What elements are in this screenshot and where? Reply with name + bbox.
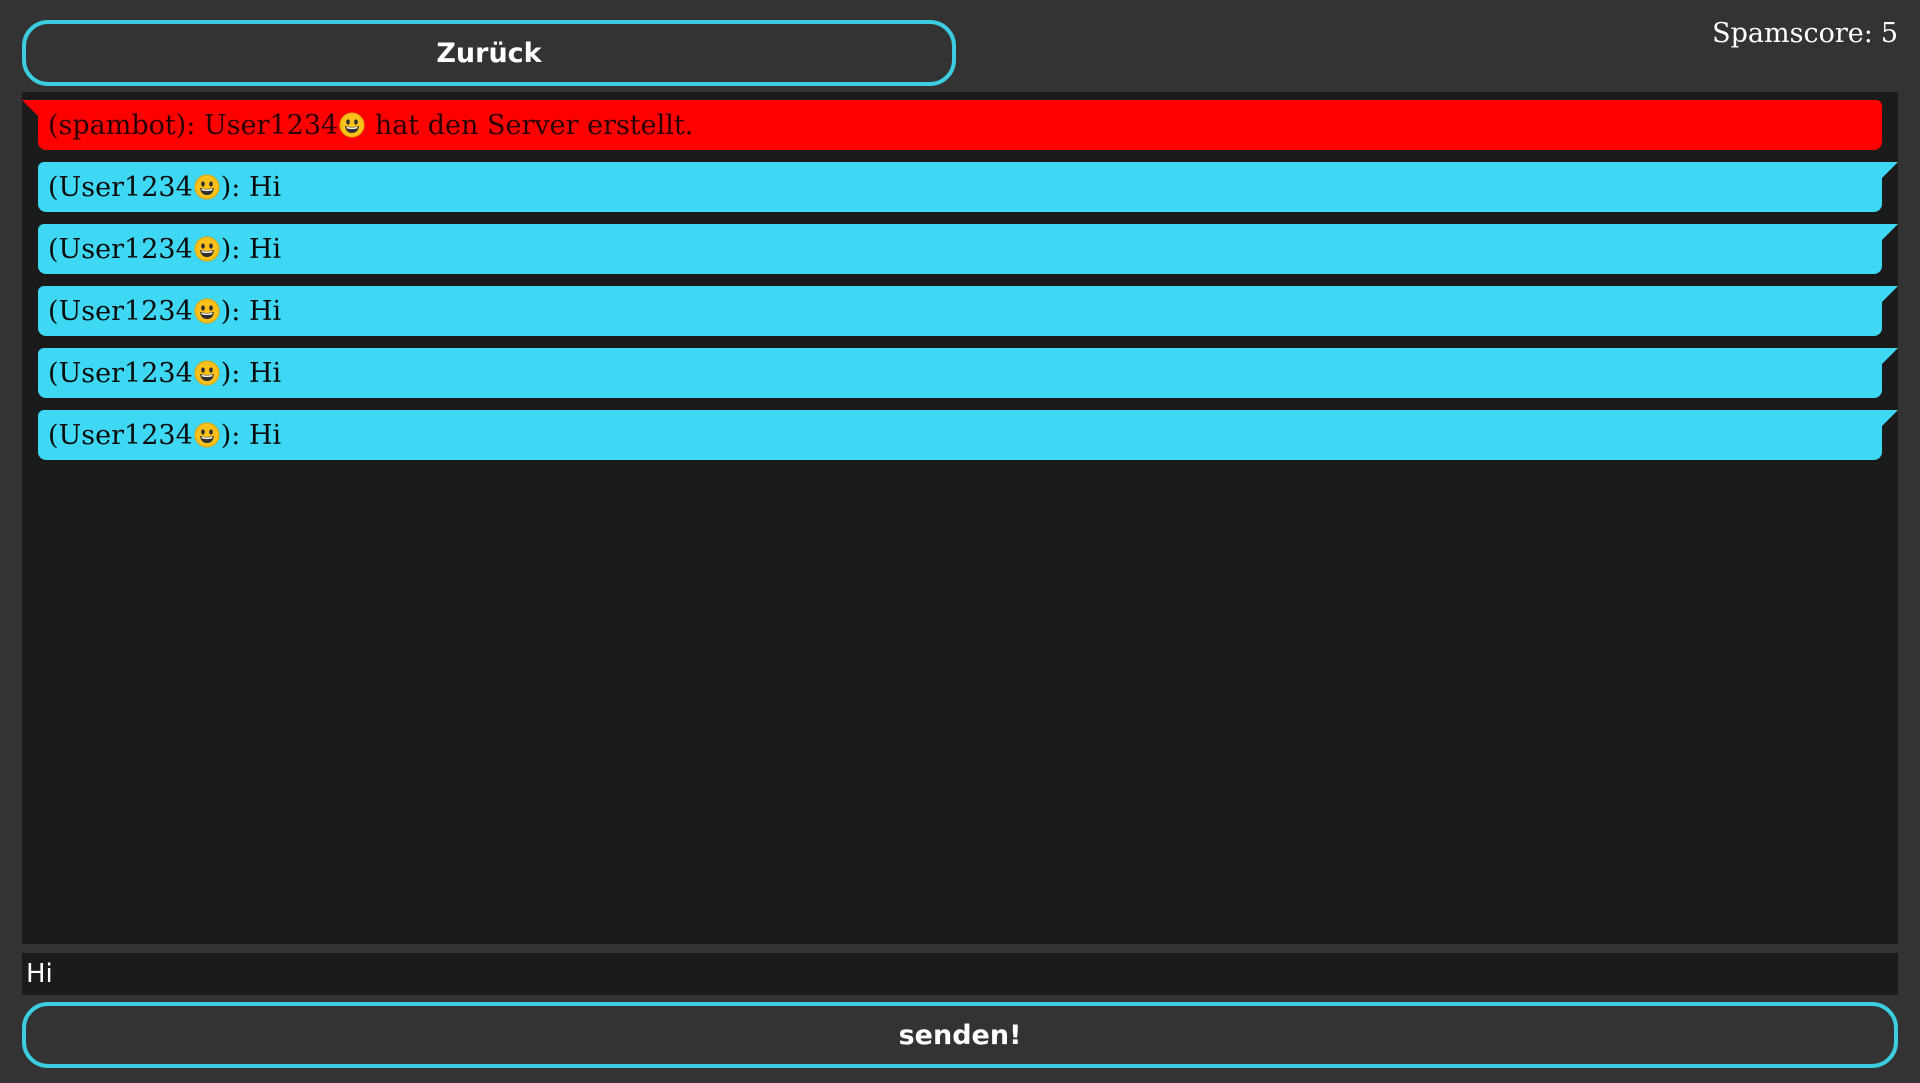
message-separator: : [186, 109, 196, 141]
message-separator: ): [220, 295, 241, 327]
grinning-face-icon [194, 298, 220, 324]
grinning-face-icon [194, 236, 220, 262]
chat-messages[interactable]: (spambot): User1234 hat den Server erste… [22, 92, 1898, 944]
message-text: Hi [248, 357, 282, 389]
message-text: Hi [248, 171, 282, 203]
message-sender: (User1234 [48, 295, 193, 327]
spamscore: Spamscore: 5 [1712, 18, 1898, 49]
grinning-face-icon [194, 360, 220, 386]
send-button[interactable]: senden! [22, 1002, 1898, 1068]
message-sender: (User1234 [48, 171, 193, 203]
message-sender: (User1234 [48, 357, 193, 389]
message-sender: (spambot) [48, 109, 187, 141]
message-separator: ): [220, 171, 241, 203]
grinning-face-icon [339, 112, 365, 138]
message-separator: ): [220, 357, 241, 389]
back-button[interactable]: Zurück [22, 20, 956, 86]
message-separator: ): [220, 233, 241, 265]
message-sender: (User1234 [48, 233, 193, 265]
spamscore-value: 5 [1880, 18, 1898, 49]
user-message: (User1234): Hi [38, 162, 1898, 212]
user-message: (User1234): Hi [38, 410, 1898, 460]
message-separator: ): [220, 419, 241, 451]
user-message: (User1234): Hi [38, 348, 1898, 398]
system-message: (spambot): User1234 hat den Server erste… [22, 100, 1882, 150]
grinning-face-icon [194, 174, 220, 200]
message-text: Hi [248, 419, 282, 451]
user-message: (User1234): Hi [38, 224, 1898, 274]
message-mention: User1234 [204, 109, 339, 141]
message-text: Hi [248, 233, 282, 265]
spamscore-label: Spamscore: [1712, 18, 1873, 49]
grinning-face-icon [194, 422, 220, 448]
message-text: hat den Server erstellt. [374, 109, 694, 141]
message-sender: (User1234 [48, 419, 193, 451]
message-text: Hi [248, 295, 282, 327]
message-input[interactable] [22, 953, 1898, 995]
user-message: (User1234): Hi [38, 286, 1898, 336]
